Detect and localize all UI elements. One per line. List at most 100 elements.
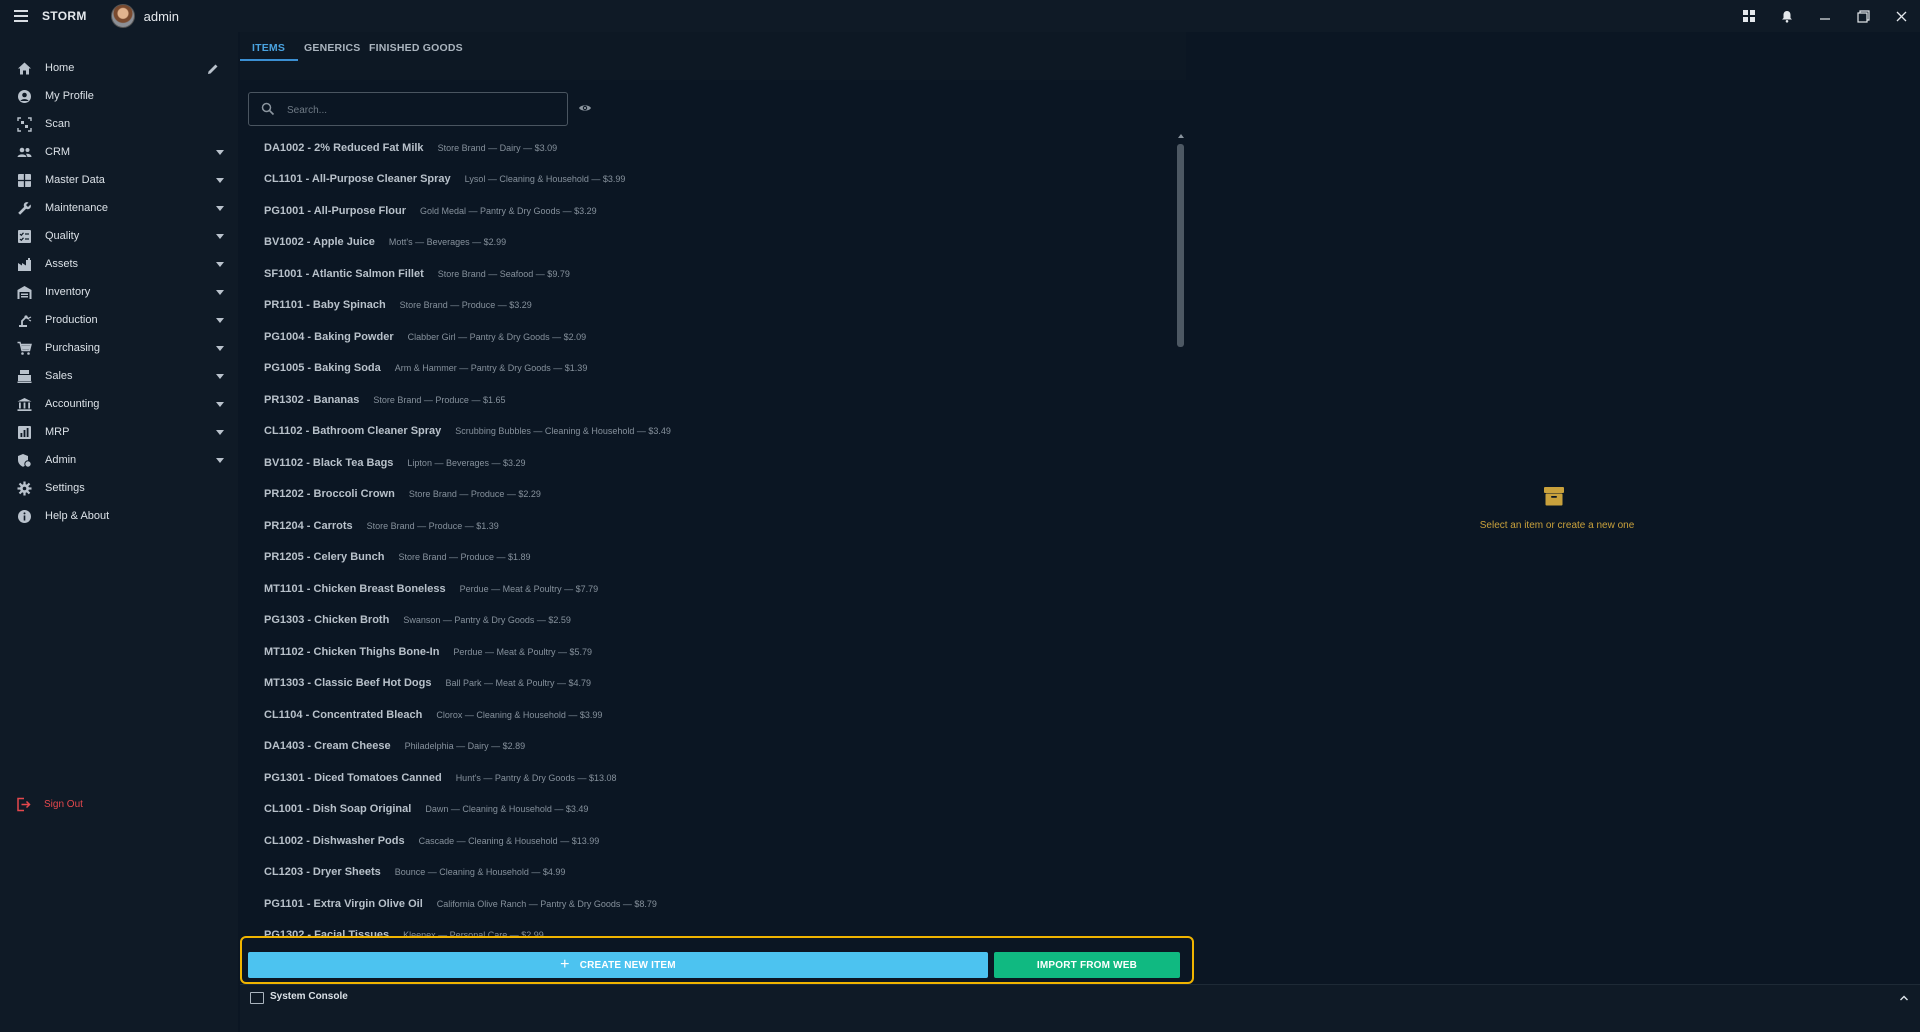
list-item[interactable]: CL1102 - Bathroom Cleaner Spray Scrubbing… [264, 416, 1164, 448]
sidebar-item-label: Admin [45, 454, 77, 466]
import-from-web-button[interactable]: IMPORT FROM WEB [994, 952, 1180, 978]
list-item[interactable]: PR1205 - Celery Bunch Store Brand — Produ… [264, 542, 1164, 574]
eye-icon[interactable] [578, 101, 592, 115]
sidebar-item-maintenance[interactable]: Maintenance [0, 194, 238, 222]
sidebar-item-crm[interactable]: CRM [0, 138, 238, 166]
list-item[interactable]: PR1101 - Baby Spinach Store Brand — Produ… [264, 290, 1164, 322]
list-item[interactable]: BV1102 - Black Tea Bags Lipton — Beverage… [264, 447, 1164, 479]
sidebar-item-purchasing[interactable]: Purchasing [0, 334, 238, 362]
scroll-up-arrow[interactable] [1178, 134, 1184, 138]
search-box[interactable] [248, 92, 568, 126]
sidebar-item-master-data[interactable]: Master Data [0, 166, 238, 194]
sidebar-item-label: Accounting [45, 398, 100, 410]
sidebar-item-label: Quality [45, 230, 80, 242]
create-new-item-button[interactable]: + CREATE NEW ITEM [248, 952, 988, 978]
sign-out-label: Sign Out [44, 798, 83, 810]
list-item[interactable]: PG1005 - Baking Soda Arm & Hammer — Pantr… [264, 353, 1164, 385]
app-name: STORM [42, 9, 87, 23]
list-item[interactable]: PG1004 - Baking Powder Clabber Girl — Pan… [264, 321, 1164, 353]
menu-icon[interactable] [14, 5, 36, 27]
list-item[interactable]: CL1001 - Dish Soap Original Dawn — Cleani… [264, 794, 1164, 826]
tab-generics[interactable]: GENERICS [304, 42, 360, 54]
wrench-icon [18, 202, 31, 215]
list-item[interactable]: CL1002 - Dishwasher Pods Cascade — Cleani… [264, 825, 1164, 857]
sign-out-button[interactable]: Sign Out [0, 790, 238, 818]
tab-finished-goods[interactable]: FINISHED GOODS [369, 42, 463, 54]
chevron-down-icon [216, 150, 224, 155]
plus-icon: + [560, 956, 570, 973]
list-item[interactable]: SF1001 - Atlantic Salmon Fillet Store Bra… [264, 258, 1164, 290]
sidebar-item-inventory[interactable]: Inventory [0, 278, 238, 306]
list-item[interactable]: PG1001 - All-Purpose Flour Gold Medal — P… [264, 195, 1164, 227]
sidebar-item-scan[interactable]: Scan [0, 110, 238, 138]
sidebar-item-label: CRM [45, 146, 71, 158]
list-item[interactable]: MT1101 - Chicken Breast Boneless Perdue —… [264, 573, 1164, 605]
item-meta: Perdue — Meat & Poultry — $5.79 [453, 646, 592, 657]
sidebar-item-label: Purchasing [45, 342, 101, 354]
item-meta: California Olive Ranch — Pantry & Dry Go… [436, 898, 657, 909]
list-item[interactable]: DA1403 - Cream Cheese Philadelphia — Dair… [264, 731, 1164, 763]
scrollbar-thumb[interactable] [1177, 144, 1184, 347]
sidebar-item-accounting[interactable]: Accounting [0, 390, 238, 418]
terminal-icon [250, 992, 264, 1004]
avatar[interactable] [110, 4, 135, 28]
sidebar-item-assets[interactable]: Assets [0, 250, 238, 278]
item-title: CL1002 - Dishwasher Pods [264, 834, 405, 847]
list-item[interactable]: CL1104 - Concentrated Bleach Clorox — Cle… [264, 699, 1164, 731]
list-item[interactable]: PG1101 - Extra Virgin Olive Oil Californi… [264, 888, 1164, 920]
sidebar-item-help-about[interactable]: Help & About [0, 502, 238, 530]
system-console[interactable]: System Console [240, 984, 1920, 1032]
sidebar-item-label: Assets [45, 258, 79, 270]
list-item[interactable]: PR1202 - Broccoli Crown Store Brand — Pro… [264, 479, 1164, 511]
sign-out-icon [17, 797, 31, 812]
sidebar-item-admin[interactable]: Admin [0, 446, 238, 474]
list-item[interactable]: MT1102 - Chicken Thighs Bone-In Perdue — … [264, 636, 1164, 668]
item-meta: Ball Park — Meat & Poultry — $4.79 [445, 678, 592, 689]
minimize-icon[interactable] [1806, 0, 1844, 32]
sidebar-item-production[interactable]: Production [0, 306, 238, 334]
item-title: BV1002 - Apple Juice [264, 236, 375, 249]
item-title: PG1301 - Diced Tomatoes Canned [264, 771, 442, 784]
item-meta: Swanson — Pantry & Dry Goods — $2.59 [403, 615, 571, 626]
chevron-up-icon[interactable] [1899, 993, 1909, 1003]
sidebar-item-label: Settings [45, 482, 85, 494]
search-icon [261, 102, 275, 116]
user-name[interactable]: admin [144, 9, 179, 24]
factory-icon [18, 258, 31, 271]
search-input[interactable] [287, 101, 557, 119]
list-item[interactable]: PG1303 - Chicken Broth Swanson — Pantry &… [264, 605, 1164, 637]
chevron-down-icon [216, 374, 224, 379]
item-title: PG1303 - Chicken Broth [264, 614, 390, 627]
item-meta: Store Brand — Seafood — $9.79 [437, 268, 570, 279]
apps-grid-icon[interactable] [1730, 0, 1768, 32]
sidebar-item-my-profile[interactable]: My Profile [0, 82, 238, 110]
item-meta: Arm & Hammer — Pantry & Dry Goods — $1.3… [394, 363, 588, 374]
sidebar-item-quality[interactable]: Quality [0, 222, 238, 250]
item-title: SF1001 - Atlantic Salmon Fillet [264, 267, 424, 280]
list-item[interactable]: PG1302 - Facial Tissues Kleenex — Persona… [264, 920, 1164, 936]
sidebar-item-label: Master Data [45, 174, 105, 186]
list-item[interactable]: DA1002 - 2% Reduced Fat Milk Store Brand … [264, 132, 1164, 164]
item-title: PG1302 - Facial Tissues [264, 929, 390, 936]
tab-items[interactable]: ITEMS [252, 42, 285, 54]
list-item[interactable]: PR1302 - Bananas Store Brand — Produce — … [264, 384, 1164, 416]
sidebar-item-mrp[interactable]: MRP [0, 418, 238, 446]
pencil-icon[interactable] [206, 62, 220, 76]
item-title: PG1101 - Extra Virgin Olive Oil [264, 897, 423, 910]
maximize-icon[interactable] [1844, 0, 1882, 32]
list-item[interactable]: MT1303 - Classic Beef Hot Dogs Ball Park … [264, 668, 1164, 700]
item-meta: Lipton — Beverages — $3.29 [407, 457, 526, 468]
list-item[interactable]: BV1002 - Apple Juice Mott's — Beverages —… [264, 227, 1164, 259]
bell-icon[interactable] [1768, 0, 1806, 32]
sidebar-item-label: Production [45, 314, 98, 326]
list-item[interactable]: CL1203 - Dryer Sheets Bounce — Cleaning &… [264, 857, 1164, 889]
list-item[interactable]: PR1204 - Carrots Store Brand — Produce — … [264, 510, 1164, 542]
list-item[interactable]: CL1101 - All-Purpose Cleaner Spray Lysol … [264, 164, 1164, 196]
sidebar-item-settings[interactable]: Settings [0, 474, 238, 502]
list-item[interactable]: PG1301 - Diced Tomatoes Canned Hunt's — P… [264, 762, 1164, 794]
item-meta: Store Brand — Produce — $1.89 [398, 552, 531, 563]
sidebar-item-sales[interactable]: Sales [0, 362, 238, 390]
sidebar-item-home[interactable]: Home [0, 54, 238, 82]
item-title: CL1101 - All-Purpose Cleaner Spray [264, 173, 451, 186]
close-icon[interactable] [1882, 0, 1920, 32]
